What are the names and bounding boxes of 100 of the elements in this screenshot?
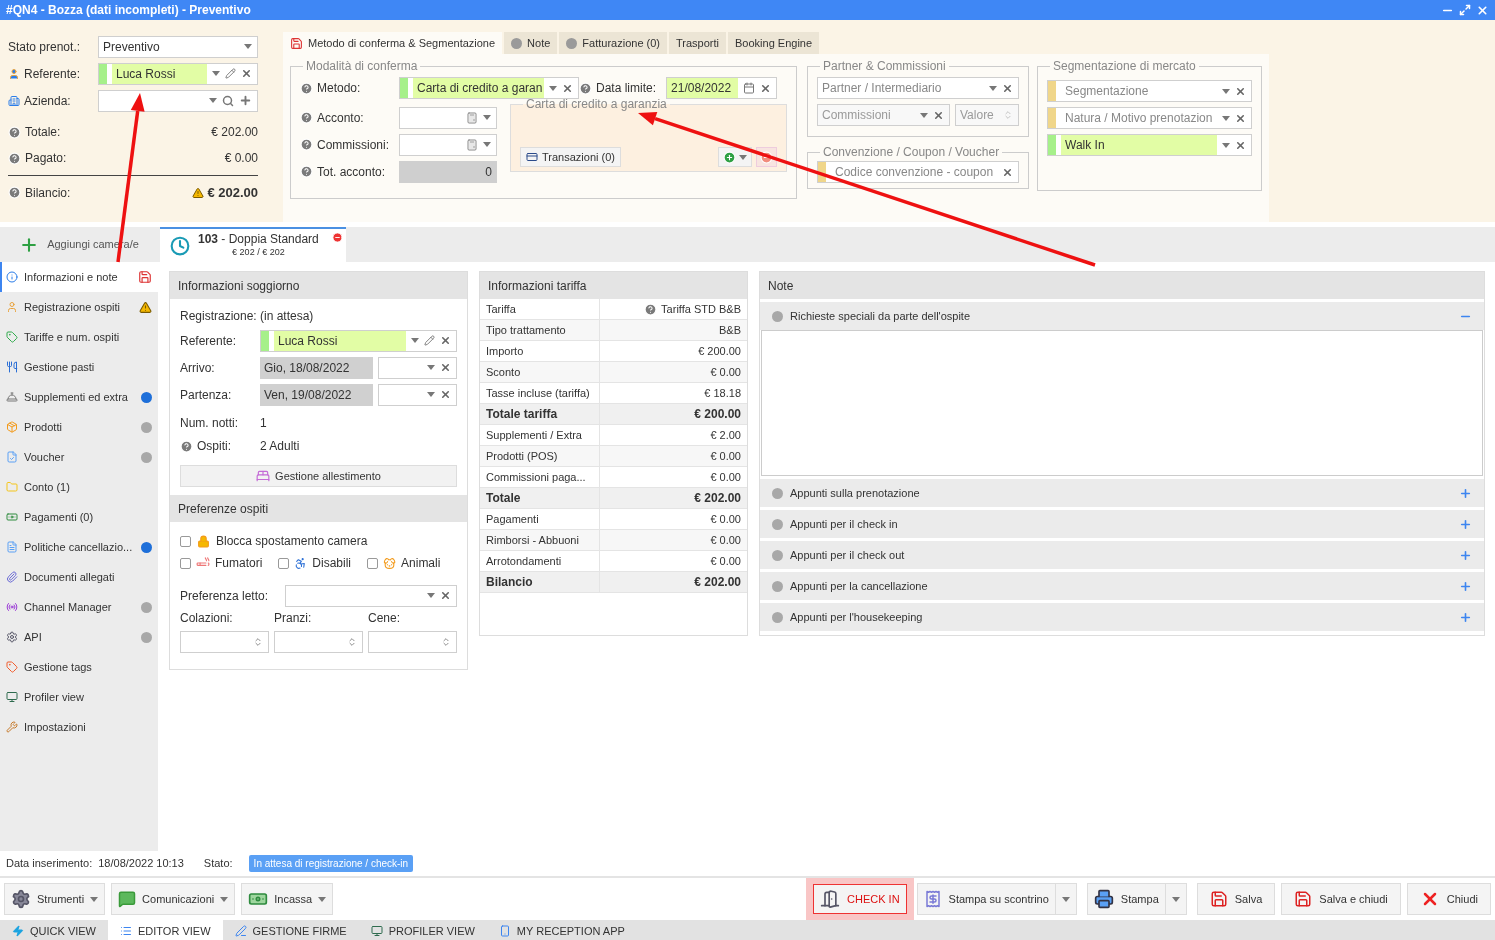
table-cell-text: € 0.00 [709, 364, 742, 380]
select-field[interactable]: Natura / Motivo prenotazion [1047, 107, 1252, 129]
number-field[interactable] [180, 631, 269, 653]
sidebar-item[interactable]: Prodotti [0, 412, 158, 442]
accordion-header[interactable]: Richieste speciali da parte dell'ospite [760, 302, 1484, 330]
transactions-button[interactable]: Transazioni (0) [520, 147, 621, 167]
select-field[interactable]: Luca Rossi [260, 329, 457, 352]
calculator-icon[interactable] [466, 111, 478, 124]
toolbar-button[interactable]: Salva [1196, 883, 1276, 915]
clear-icon[interactable] [1235, 139, 1246, 151]
select-field[interactable]: Walk In [1047, 134, 1252, 156]
toolbar-button[interactable]: Strumenti [4, 883, 106, 915]
accordion-header[interactable]: Appunti per il check out [760, 541, 1484, 569]
tab[interactable]: Booking Engine [728, 32, 820, 54]
tab[interactable]: MY RECEPTION APP [486, 920, 637, 940]
clear-icon[interactable] [562, 82, 573, 94]
maximize-icon[interactable] [1459, 4, 1471, 16]
spinner-icon[interactable] [441, 637, 451, 647]
clear-icon[interactable] [1235, 112, 1246, 124]
caret-icon [427, 365, 435, 370]
info-icon [6, 271, 18, 283]
add-button[interactable] [718, 147, 752, 167]
accordion-header[interactable]: Appunti per il check in [760, 510, 1484, 538]
tab[interactable]: EDITOR VIEW [108, 920, 223, 940]
tab[interactable]: PROFILER VIEW [358, 920, 487, 940]
checkbox[interactable] [180, 557, 191, 569]
clear-icon[interactable] [440, 389, 451, 400]
select-field[interactable]: Preventivo [98, 35, 258, 58]
select-field[interactable] [285, 584, 457, 607]
time-field[interactable] [378, 356, 457, 379]
split-button[interactable]: Stampa su scontrino [916, 883, 1077, 915]
sidebar-item[interactable]: Conto (1) [0, 472, 158, 502]
tab[interactable]: QUICK VIEW [0, 920, 108, 940]
sidebar-item[interactable]: Documenti allegati [0, 562, 158, 592]
coupon-field[interactable]: Codice convenzione - coupon [817, 161, 1020, 183]
accordion-header[interactable]: Appunti per la cancellazione [760, 572, 1484, 600]
accordion-header[interactable]: Appunti per l'housekeeping [760, 603, 1484, 631]
number-field[interactable] [274, 631, 363, 653]
number-field[interactable] [368, 631, 457, 653]
tab[interactable]: Trasporti [669, 32, 726, 54]
calendar-icon[interactable] [743, 82, 756, 94]
number-field[interactable] [399, 133, 497, 156]
clear-icon[interactable] [1002, 166, 1014, 178]
sidebar-item[interactable]: Supplementi ed extra [0, 382, 158, 412]
sidebar-item[interactable]: Politiche cancellazio... [0, 532, 158, 562]
clear-icon[interactable] [241, 68, 252, 79]
sidebar-item[interactable]: Voucher [0, 442, 158, 472]
toolbar-button[interactable]: Incassa [241, 883, 334, 915]
remove-icon[interactable] [332, 232, 343, 243]
toolbar-button[interactable]: Comunicazioni [111, 883, 236, 915]
add-icon[interactable] [239, 94, 252, 107]
help-icon [644, 302, 658, 316]
sidebar-item[interactable]: Gestione tags [0, 652, 158, 682]
sidebar-item[interactable]: Channel Manager [0, 592, 158, 622]
room-tab[interactable]: 103 - Doppia Standard € 202 / € 202 [160, 227, 346, 262]
spinner-icon[interactable] [347, 637, 357, 647]
search-icon[interactable] [222, 94, 234, 107]
sidebar-item[interactable]: Pagamenti (0) [0, 502, 158, 532]
date-field[interactable]: 21/08/2022 [666, 77, 778, 99]
edit-icon[interactable] [424, 335, 435, 346]
tab[interactable]: Fatturazione (0) [559, 32, 667, 54]
sidebar-item[interactable]: Registrazione ospiti [0, 292, 158, 322]
tab[interactable]: Metodo di conferma & Segmentazione [283, 32, 503, 54]
clear-icon[interactable] [1235, 85, 1246, 97]
select-field[interactable]: Segmentazione [1047, 80, 1252, 102]
select-field[interactable]: Partner / Intermediario [817, 77, 1019, 99]
clear-icon[interactable] [440, 362, 451, 373]
clear-icon[interactable] [760, 82, 772, 94]
clear-icon[interactable] [933, 109, 944, 121]
time-field[interactable] [378, 383, 457, 406]
dog-icon [383, 556, 397, 570]
accordion-header[interactable]: Appunti sulla prenotazione [760, 479, 1484, 507]
checkbox[interactable] [278, 557, 290, 569]
tab[interactable]: Note [504, 32, 558, 54]
edit-icon[interactable] [225, 68, 236, 79]
select-field[interactable]: Luca Rossi [98, 62, 258, 85]
sidebar-item[interactable]: Informazioni e note [0, 262, 158, 292]
sidebar-item[interactable]: Profiler view [0, 682, 158, 712]
sidebar-item[interactable]: Impostazioni [0, 712, 158, 742]
number-field[interactable] [399, 106, 497, 129]
help-icon [8, 151, 21, 165]
toolbar-button[interactable]: Salva e chiudi [1281, 883, 1401, 915]
checkbox[interactable] [367, 557, 379, 569]
clear-icon[interactable] [1001, 82, 1013, 94]
clear-icon[interactable] [440, 590, 451, 601]
checkbox[interactable] [180, 535, 191, 547]
sidebar-item[interactable]: API [0, 622, 158, 652]
select-field[interactable]: Carta di credito a garan [399, 77, 579, 99]
close-icon[interactable] [1476, 3, 1489, 17]
split-button[interactable]: Stampa [1086, 883, 1187, 915]
spinner-icon[interactable] [253, 637, 263, 647]
sidebar-item[interactable]: Tariffe e num. ospiti [0, 322, 158, 352]
arrangement-button[interactable]: Gestione allestimento [180, 465, 457, 487]
select-field[interactable] [98, 89, 258, 112]
tab[interactable]: GESTIONE FIRME [222, 920, 359, 940]
checkin-button[interactable]: CHECK IN [813, 884, 907, 914]
toolbar-button[interactable]: Chiudi [1406, 883, 1491, 915]
sidebar-item[interactable]: Gestione pasti [0, 352, 158, 382]
clear-icon[interactable] [440, 335, 451, 346]
calculator-icon[interactable] [466, 138, 478, 151]
